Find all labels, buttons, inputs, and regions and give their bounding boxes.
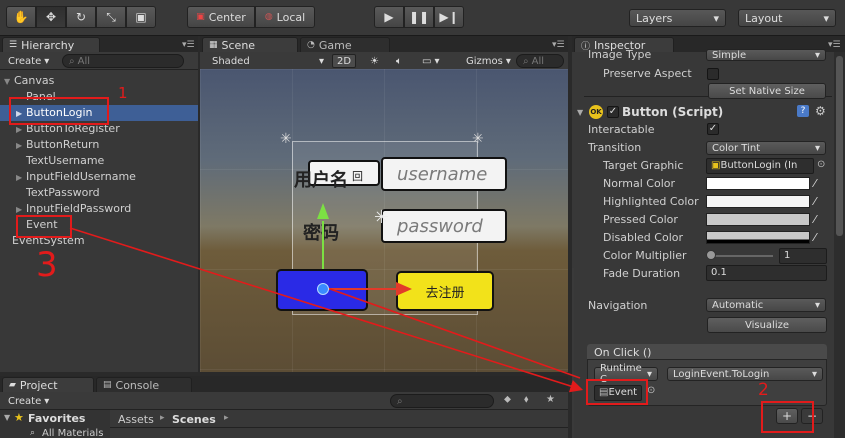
annotation-arrow-button-to-field	[329, 288, 581, 379]
annotation-arrows	[69, 227, 584, 393]
annotation-arrow-event-to-field	[69, 227, 584, 393]
